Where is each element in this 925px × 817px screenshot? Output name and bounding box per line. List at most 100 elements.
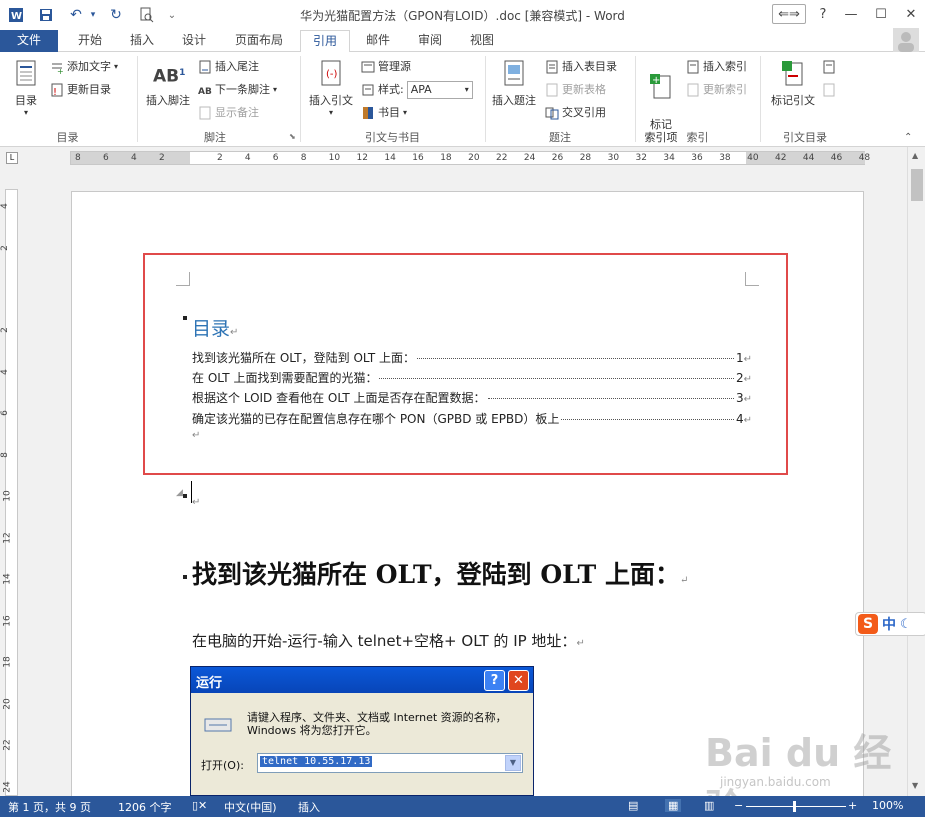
tab-page-layout[interactable]: 页面布局 xyxy=(226,30,292,52)
footnote-dialog-launcher-icon[interactable]: ⬊ xyxy=(289,132,296,141)
close-button[interactable]: ✕ xyxy=(898,4,924,24)
group-separator xyxy=(137,56,138,142)
zoom-out-icon[interactable]: − xyxy=(734,799,743,812)
ruler-tick: 14 xyxy=(384,153,396,163)
page-count[interactable]: 第 1 页，共 9 页 xyxy=(8,799,91,815)
group-label-toc: 目录 xyxy=(56,131,79,144)
ribbon-display-options-icon[interactable]: ⇐⇒ xyxy=(772,4,806,24)
insert-index-button[interactable]: 插入索引 xyxy=(686,58,747,76)
ruler-tick: 30 xyxy=(607,153,620,163)
insert-citation-button[interactable]: (-) 插入引文 ▾ xyxy=(305,58,357,117)
insert-table-of-figures-button[interactable]: 插入表目录 xyxy=(545,58,617,76)
tab-view[interactable]: 视图 xyxy=(460,30,504,52)
scroll-up-icon[interactable]: ▲ xyxy=(912,151,918,160)
proofing-icon[interactable]: ▯✕ xyxy=(192,799,207,812)
bibliography-button[interactable]: 书目 ▾ xyxy=(361,104,407,122)
tab-design[interactable]: 设计 xyxy=(172,30,216,52)
moon-icon[interactable]: ☾ xyxy=(900,617,912,632)
update-table-button[interactable]: 更新表格 xyxy=(545,81,606,99)
group-label-citations: 引文与书目 xyxy=(365,131,420,144)
update-table-of-authorities-icon[interactable] xyxy=(822,81,836,99)
horizontal-ruler[interactable]: 8 6 4 2 2 4 6 8 10 12 14 16 18 20 22 24 26 28 30 32 34 36 38 40… xyxy=(70,151,870,165)
ruler-tick: 16 xyxy=(412,153,424,163)
maximize-button[interactable]: ☐ xyxy=(868,4,894,24)
manage-sources-button[interactable]: 管理源 xyxy=(361,58,411,76)
mark-citation-button[interactable]: 标记引文 xyxy=(765,58,821,108)
toc-heading[interactable]: 目录↵ xyxy=(192,314,238,341)
style-value[interactable]: APA ▾ xyxy=(406,81,473,99)
insert-mode[interactable]: 插入 xyxy=(298,799,320,815)
insert-endnote-button[interactable]: 插入尾注 xyxy=(198,58,259,76)
toc-entry-1[interactable]: 找到该光猫所在 OLT，登陆到 OLT 上面： 1 ↵ xyxy=(192,349,752,366)
citation-style-select[interactable]: 样式: APA ▾ xyxy=(361,81,473,99)
baidu-watermark-url: jingyan.baidu.com xyxy=(720,775,831,789)
body-paragraph[interactable]: 在电脑的开始-运行-输入 telnet+空格+ OLT 的 IP 地址：↵ xyxy=(192,630,585,651)
ruler-tick: 4 xyxy=(0,203,10,209)
mark-citation-icon xyxy=(778,58,808,88)
toc-button[interactable]: 目录 ▾ xyxy=(6,58,46,117)
ime-toolbar[interactable]: S 中 ☾ xyxy=(855,612,925,636)
next-footnote-icon: AB xyxy=(198,87,212,97)
web-layout-icon[interactable]: ▥ xyxy=(704,799,714,812)
collapse-triangle-icon[interactable]: ◢ xyxy=(176,488,183,498)
update-index-button[interactable]: 更新索引 xyxy=(686,81,747,99)
ruler-tick: 38 xyxy=(719,153,731,163)
ruler-tick: 22 xyxy=(496,153,508,163)
ruler-tick: 6 xyxy=(0,410,10,416)
ruler-tick: 42 xyxy=(775,153,787,163)
ruler-tick: 4 xyxy=(244,153,251,163)
help-icon[interactable]: ? xyxy=(810,4,836,24)
toc-entry-4[interactable]: 确定该光猫的已存在配置信息存在哪个 PON（GPBD 或 EPBD）板上 4 ↵ xyxy=(192,410,752,427)
svg-text:+: + xyxy=(57,67,64,74)
ruler-tick: 40 xyxy=(747,153,759,163)
ribbon-tabs: 文件 开始 插入 设计 页面布局 引用 邮件 审阅 视图 xyxy=(0,28,925,53)
tab-file[interactable]: 文件 xyxy=(0,30,58,52)
ruler-tick: 2 xyxy=(159,153,165,163)
add-text-button[interactable]: + 添加文字 ▾ xyxy=(50,58,118,76)
read-mode-icon[interactable]: ▤ xyxy=(628,799,638,812)
ruler-tick: 6 xyxy=(272,153,279,163)
update-toc-icon: ! xyxy=(50,83,64,98)
collapse-ribbon-icon[interactable]: ⌃ xyxy=(904,132,912,143)
cross-reference-icon xyxy=(545,106,559,120)
word-count[interactable]: 1206 个字 xyxy=(118,799,172,815)
zoom-slider[interactable] xyxy=(746,806,846,807)
run-dialog-message: 请键入程序、文件夹、文档或 Internet 资源的名称，Windows 将为您… xyxy=(247,711,507,737)
ruler-tick: 10 xyxy=(328,153,341,163)
ruler-tick: 24 xyxy=(2,780,13,793)
toc-entry-2[interactable]: 在 OLT 上面找到需要配置的光猫： 2 ↵ xyxy=(192,369,752,386)
minimize-button[interactable]: — xyxy=(838,4,864,24)
ruler-tick: 26 xyxy=(551,153,564,163)
zoom-slider-thumb[interactable] xyxy=(793,801,796,812)
ribbon: 目录 ▾ + 添加文字 ▾ ! 更新目录 目录 AB1 插入脚注 插入尾注 AB … xyxy=(0,52,925,147)
insert-footnote-button[interactable]: AB1 插入脚注 xyxy=(142,58,194,108)
vertical-scrollbar[interactable]: ▲ ▼ xyxy=(907,147,925,796)
account-avatar[interactable] xyxy=(893,28,919,52)
scrollbar-thumb[interactable] xyxy=(911,169,923,201)
zoom-in-icon[interactable]: + xyxy=(848,799,857,812)
heading-1[interactable]: 找到该光猫所在 OLT，登陆到 OLT 上面：↵ xyxy=(192,555,688,591)
ruler-tick: 18 xyxy=(440,153,452,163)
next-footnote-button[interactable]: AB 下一条脚注 ▾ xyxy=(198,81,277,99)
tab-home[interactable]: 开始 xyxy=(68,30,112,52)
update-toc-button[interactable]: ! 更新目录 xyxy=(50,81,111,99)
language[interactable]: 中文(中国) xyxy=(224,799,277,815)
zoom-level[interactable]: 100% xyxy=(872,799,903,812)
run-input-field: telnet 10.55.17.13 ▼ xyxy=(257,753,523,773)
tab-insert[interactable]: 插入 xyxy=(120,30,164,52)
ime-mode[interactable]: 中 xyxy=(882,614,896,634)
ruler-tick: 46 xyxy=(830,153,843,163)
toc-entry-3[interactable]: 根据这个 LOID 查看他在 OLT 上面是否存在配置数据： 3 ↵ xyxy=(192,389,752,406)
print-layout-icon[interactable]: ▦ xyxy=(665,799,682,812)
run-dialog-titlebar: 运行 ? ✕ xyxy=(191,667,533,693)
tab-references[interactable]: 引用 xyxy=(300,30,350,53)
insert-caption-button[interactable]: 插入题注 xyxy=(488,58,540,108)
tab-selector-icon[interactable]: L xyxy=(6,152,18,164)
status-bar: 第 1 页，共 9 页 1206 个字 ▯✕ 中文(中国) 插入 ▤ ▦ ▥ −… xyxy=(0,796,925,817)
tab-mailings[interactable]: 邮件 xyxy=(356,30,400,52)
vertical-ruler[interactable]: 4 2 2 4 6 8 10 12 14 16 18 20 22 24 xyxy=(0,169,22,796)
tab-review[interactable]: 审阅 xyxy=(408,30,452,52)
cross-reference-button[interactable]: 交叉引用 xyxy=(545,104,606,122)
insert-table-of-authorities-icon[interactable] xyxy=(822,58,836,76)
show-notes-button[interactable]: 显示备注 xyxy=(198,104,259,122)
